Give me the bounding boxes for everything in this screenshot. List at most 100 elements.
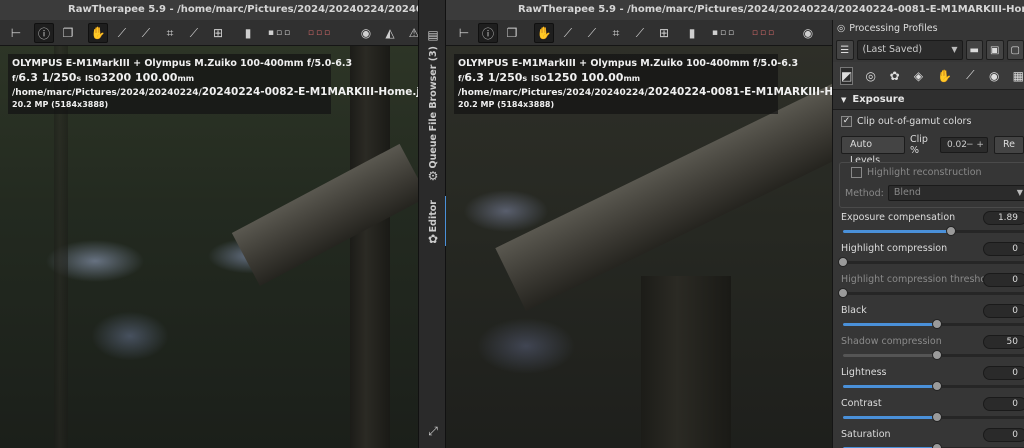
left-editor-window: RawTherapee 5.9 - /home/marc/Pictures/20… — [0, 0, 418, 448]
shadow-clipping-icon[interactable]: ◭ — [380, 23, 400, 43]
tab-transform-icon[interactable]: ⟋ — [965, 68, 976, 84]
slider-value-input[interactable]: 50 — [983, 335, 1024, 349]
clip-gamut-checkbox[interactable]: ✓ — [841, 115, 852, 127]
slider-track[interactable] — [838, 288, 1024, 298]
tab-queue[interactable]: Queue ⚙ — [419, 130, 447, 183]
slider-track[interactable] — [843, 412, 1024, 422]
slider-row: Highlight compression threshold 0 — [833, 270, 1024, 301]
camera-lens-text: OLYMPUS E-M1MarkIII + Olympus M.Zuiko 10… — [12, 58, 353, 69]
focus-mask-icon[interactable]: ◉ — [356, 23, 376, 43]
slider-track[interactable] — [843, 381, 1024, 391]
color-picker-icon[interactable]: ⟋ — [582, 23, 602, 43]
split-view-icon[interactable]: ⊢ — [6, 23, 26, 43]
rgb-channel-icons[interactable]: ▫▫▫ — [300, 23, 340, 43]
clip-percent-input[interactable]: 0.02− + — [939, 137, 988, 153]
info-toggle-button[interactable]: ⓘ — [478, 23, 498, 43]
slider-row: Contrast 0 — [833, 394, 1024, 425]
processing-profiles-header: ◎ Processing Profiles — [833, 20, 1024, 38]
reset-button[interactable]: Re — [993, 136, 1024, 154]
slider-knob[interactable] — [838, 257, 848, 267]
slider-knob[interactable] — [932, 381, 942, 391]
slider-knob[interactable] — [932, 412, 942, 422]
perspective-tool-icon[interactable]: ⊞ — [654, 23, 674, 43]
slider-row: Black 0 — [833, 301, 1024, 332]
hand-tool-icon[interactable]: ✋ — [534, 23, 554, 43]
tool-panel: ◎ Processing Profiles ☰ (Last Saved) ▬ ▣… — [832, 20, 1024, 448]
slider-label: Exposure compensation — [841, 212, 956, 223]
channel-preview-icons[interactable]: ▪▫▫ — [702, 23, 746, 43]
image-fence-post — [350, 46, 390, 448]
save-profile-icon[interactable]: ▣ — [986, 40, 1004, 60]
clip-gamut-row[interactable]: ✓ Clip out-of-gamut colors — [833, 110, 1024, 132]
white-balance-picker-icon[interactable]: ⟋ — [558, 23, 578, 43]
before-after-icon[interactable]: ❐ — [58, 23, 78, 43]
split-view-icon[interactable]: ⊢ — [454, 23, 474, 43]
image-preview[interactable]: OLYMPUS E-M1MarkIII + Olympus M.Zuiko 10… — [0, 46, 418, 448]
color-picker-icon[interactable]: ⟋ — [136, 23, 156, 43]
crop-tool-icon[interactable]: ⌗ — [606, 23, 626, 43]
tab-editor[interactable]: Editor ✿ — [419, 196, 447, 247]
slider-track[interactable] — [838, 257, 1024, 267]
slider-knob[interactable] — [932, 443, 942, 448]
slider-label: Contrast — [841, 398, 882, 409]
slider-value-input[interactable]: 0 — [983, 242, 1024, 256]
tab-toggle[interactable]: ⤢ — [419, 424, 447, 439]
straighten-tool-icon[interactable]: ⟋ — [630, 23, 650, 43]
white-balance-picker-icon[interactable]: ⟋ — [112, 23, 132, 43]
slider-label: Highlight compression threshold — [841, 274, 995, 285]
slider-knob[interactable] — [838, 288, 848, 298]
straighten-tool-icon[interactable]: ⟋ — [184, 23, 204, 43]
open-profile-icon[interactable]: ▬ — [965, 40, 984, 60]
slider-knob[interactable] — [932, 319, 942, 329]
tab-metadata-icon[interactable]: ▦ — [1013, 68, 1024, 84]
tab-local-icon[interactable]: ✋ — [937, 68, 952, 84]
profile-select[interactable]: (Last Saved) — [856, 40, 963, 60]
slider-knob[interactable] — [932, 350, 942, 360]
warning-icon[interactable]: ⚠ — [404, 23, 418, 43]
slider-label: Saturation — [841, 429, 891, 440]
method-select[interactable]: Blend — [887, 185, 1024, 201]
profile-list-icon[interactable]: ☰ — [836, 40, 854, 60]
slider-value-input[interactable]: 0 — [983, 273, 1024, 287]
tab-advanced-icon[interactable]: ◈ — [913, 68, 924, 84]
clip-label: Clip % — [909, 134, 928, 156]
perspective-tool-icon[interactable]: ⊞ — [208, 23, 228, 43]
slider-value-input[interactable]: 0 — [983, 304, 1024, 318]
slider-fill — [843, 416, 937, 419]
image-info-overlay: OLYMPUS E-M1MarkIII + Olympus M.Zuiko 10… — [454, 54, 881, 114]
tab-exposure-icon[interactable]: ◩ — [839, 66, 854, 85]
slider-knob[interactable] — [946, 226, 956, 236]
grip-handle-icon: ▮ — [244, 26, 252, 40]
collapse-arrow-icon: ▼ — [841, 96, 847, 104]
exposure-section-header[interactable]: ▼ Exposure — [833, 90, 1024, 110]
highlight-recon-row[interactable]: Highlight reconstruction — [843, 161, 982, 183]
profile-dot-icon: ◎ — [837, 23, 846, 34]
slider-track[interactable] — [843, 319, 1024, 329]
tab-detail-icon[interactable]: ◎ — [865, 68, 876, 84]
slider-track[interactable] — [843, 226, 1024, 236]
channel-preview-icons[interactable]: ▪▫▫ — [258, 23, 302, 43]
file-browser-icon: ▤ — [427, 28, 439, 42]
copy-profile-icon[interactable]: ▢ — [1006, 40, 1024, 60]
method-row: Method: Blend — [837, 182, 1024, 204]
crop-tool-icon[interactable]: ⌗ — [160, 23, 180, 43]
highlight-recon-checkbox[interactable] — [851, 166, 862, 178]
grip-handle-icon: ▮ — [688, 26, 696, 40]
tab-file-browser[interactable]: ▤ File Browser (3) — [419, 28, 447, 131]
rgb-channel-icons[interactable]: ▫▫▫ — [744, 23, 784, 43]
slider-value-input[interactable]: 0 — [983, 366, 1024, 380]
slider-row: Lightness 0 — [833, 363, 1024, 394]
focus-mask-icon[interactable]: ◉ — [798, 23, 818, 43]
hand-tool-icon[interactable]: ✋ — [88, 23, 108, 43]
slider-value-input[interactable]: 0 — [983, 397, 1024, 411]
exposure-sliders: Exposure compensation 1.89 Highlight compr… — [833, 208, 1024, 448]
slider-label: Highlight compression — [841, 243, 948, 254]
auto-levels-button[interactable]: Auto Levels — [841, 136, 905, 166]
tab-raw-icon[interactable]: ◉ — [989, 68, 1000, 84]
slider-track[interactable] — [843, 350, 1024, 360]
info-toggle-button[interactable]: ⓘ — [34, 23, 54, 43]
slider-value-input[interactable]: 1.89 — [983, 211, 1024, 225]
tab-color-icon[interactable]: ✿ — [889, 68, 900, 84]
before-after-icon[interactable]: ❐ — [502, 23, 522, 43]
slider-value-input[interactable]: 0 — [983, 428, 1024, 442]
